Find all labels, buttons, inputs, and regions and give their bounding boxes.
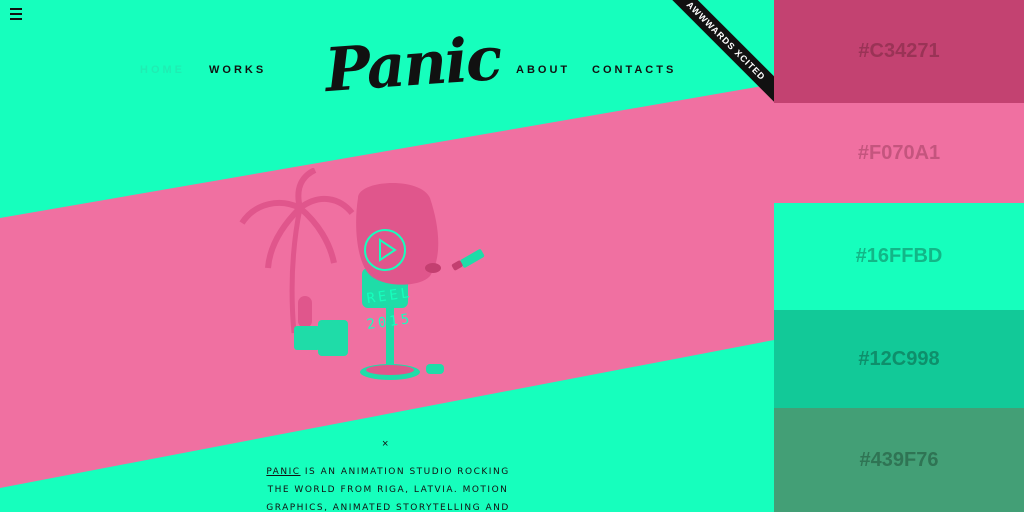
swatch-3: #16FFBD: [774, 203, 1024, 310]
reel-illustration: REEL 2015: [239, 168, 485, 380]
hamburger-menu-icon[interactable]: [10, 8, 22, 20]
close-icon[interactable]: ×: [382, 438, 388, 450]
page: HOME WORKS Panic ABOUT CONTACTS AWWWARDS…: [0, 0, 1024, 512]
nav-contacts-link[interactable]: CONTACTS: [592, 64, 676, 76]
lipstick-icon: [451, 249, 485, 271]
description-line2: THE WORLD FROM RIGA, LATVIA. MOTION: [267, 485, 509, 495]
nav-works-link[interactable]: WORKS: [209, 64, 266, 76]
nav-about-link[interactable]: ABOUT: [516, 64, 570, 76]
description-line3: GRAPHICS, ANIMATED STORYTELLING AND: [266, 503, 510, 512]
color-palette: #C34271 #F070A1 #16FFBD #12C998 #439F76: [774, 0, 1024, 512]
swatch-5: #439F76: [774, 408, 1024, 512]
swatch-4-label: #12C998: [858, 347, 940, 370]
reel-label-line2: 2015: [366, 311, 414, 333]
panic-brand-link[interactable]: PANIC: [266, 467, 300, 477]
swatch-4: #12C998: [774, 310, 1024, 408]
swatch-1-label: #C34271: [858, 40, 940, 62]
description-line1: IS AN ANIMATION STUDIO ROCKING: [300, 467, 510, 477]
panic-logo[interactable]: Panic: [323, 24, 503, 106]
swatch-2: #F070A1: [774, 103, 1024, 203]
swatch-2-label: #F070A1: [857, 141, 941, 164]
palm-tree-icon: [239, 168, 355, 334]
swatch-1: #C34271: [774, 0, 1024, 103]
cactus-pot-icon: [294, 296, 348, 356]
nav-home-link[interactable]: HOME: [140, 64, 185, 76]
swatch-3-label: #16FFBD: [855, 245, 943, 267]
swatch-5-label: #439F76: [859, 448, 939, 471]
website-preview: HOME WORKS Panic ABOUT CONTACTS AWWWARDS…: [0, 0, 774, 512]
studio-description: PANIC IS AN ANIMATION STUDIO ROCKING THE…: [264, 463, 512, 512]
